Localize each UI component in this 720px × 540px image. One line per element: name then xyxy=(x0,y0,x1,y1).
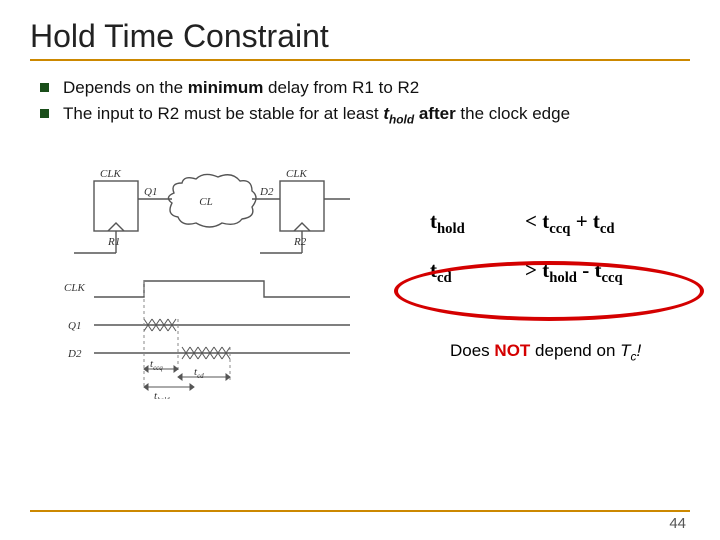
label-r2: R2 xyxy=(293,236,307,248)
eq-sub: hold xyxy=(437,221,465,237)
eq-sub: cd xyxy=(600,221,615,237)
bullet-item: Depends on the minimum delay from R1 to … xyxy=(40,75,690,101)
label-d2: D2 xyxy=(259,186,274,198)
bullet-marker xyxy=(40,109,49,118)
label-clk-wave: CLK xyxy=(64,282,85,294)
svg-text:tccq: tccq xyxy=(150,358,163,372)
bullet-text: The input to R2 must be stable for at le… xyxy=(63,104,383,123)
note-mid: depend on xyxy=(530,341,620,360)
note-pre: Does xyxy=(450,341,494,360)
label-d2-wave: D2 xyxy=(67,348,82,360)
note-text: Does NOT depend on Tc! xyxy=(450,341,641,363)
equations-block: thold < tccq + tcd tcd > thold - tccq xyxy=(430,209,720,307)
bullet-text: delay from R1 to R2 xyxy=(263,78,419,97)
svg-text:tcd: tcd xyxy=(194,366,204,380)
eq-text: - t xyxy=(577,258,602,282)
eq-var: t xyxy=(430,258,437,282)
bullet-marker xyxy=(40,83,49,92)
equation-row: tcd > thold - tccq xyxy=(430,258,720,287)
eq-sub: ccq xyxy=(549,221,570,237)
eq-sub: cd xyxy=(437,270,452,286)
footer-divider xyxy=(30,510,690,512)
bullet-text: the clock edge xyxy=(456,104,570,123)
svg-text:thold: thold xyxy=(154,390,170,399)
page-number: 44 xyxy=(669,515,686,532)
bullet-item: The input to R2 must be stable for at le… xyxy=(40,101,690,129)
title-divider xyxy=(30,59,690,61)
eq-text: > t xyxy=(525,258,549,282)
note-end: ! xyxy=(636,341,641,360)
circuit-diagram: CLK CLK Q1 D2 CL R1 R2 CLK Q1 D2 tccq tc… xyxy=(34,169,374,404)
label-q1-wave: Q1 xyxy=(68,320,81,332)
eq-sub: ccq xyxy=(601,270,622,286)
label-q1: Q1 xyxy=(144,186,157,198)
eq-var: t xyxy=(430,209,437,233)
note-not: NOT xyxy=(494,341,530,360)
bullet-var-sub: hold xyxy=(389,112,414,126)
bullet-bold: after xyxy=(414,104,456,123)
bullet-list: Depends on the minimum delay from R1 to … xyxy=(40,75,690,129)
eq-sub: hold xyxy=(549,270,577,286)
label-cl: CL xyxy=(199,196,212,208)
equation-row: thold < tccq + tcd xyxy=(430,209,720,238)
label-clk: CLK xyxy=(286,169,307,180)
eq-text: + t xyxy=(570,209,599,233)
slide-title: Hold Time Constraint xyxy=(30,18,690,55)
note-var: T xyxy=(620,341,630,360)
eq-text: < t xyxy=(525,209,549,233)
bullet-bold: minimum xyxy=(188,78,264,97)
bullet-text: Depends on the xyxy=(63,78,188,97)
label-r1: R1 xyxy=(107,236,120,248)
label-clk: CLK xyxy=(100,169,121,180)
